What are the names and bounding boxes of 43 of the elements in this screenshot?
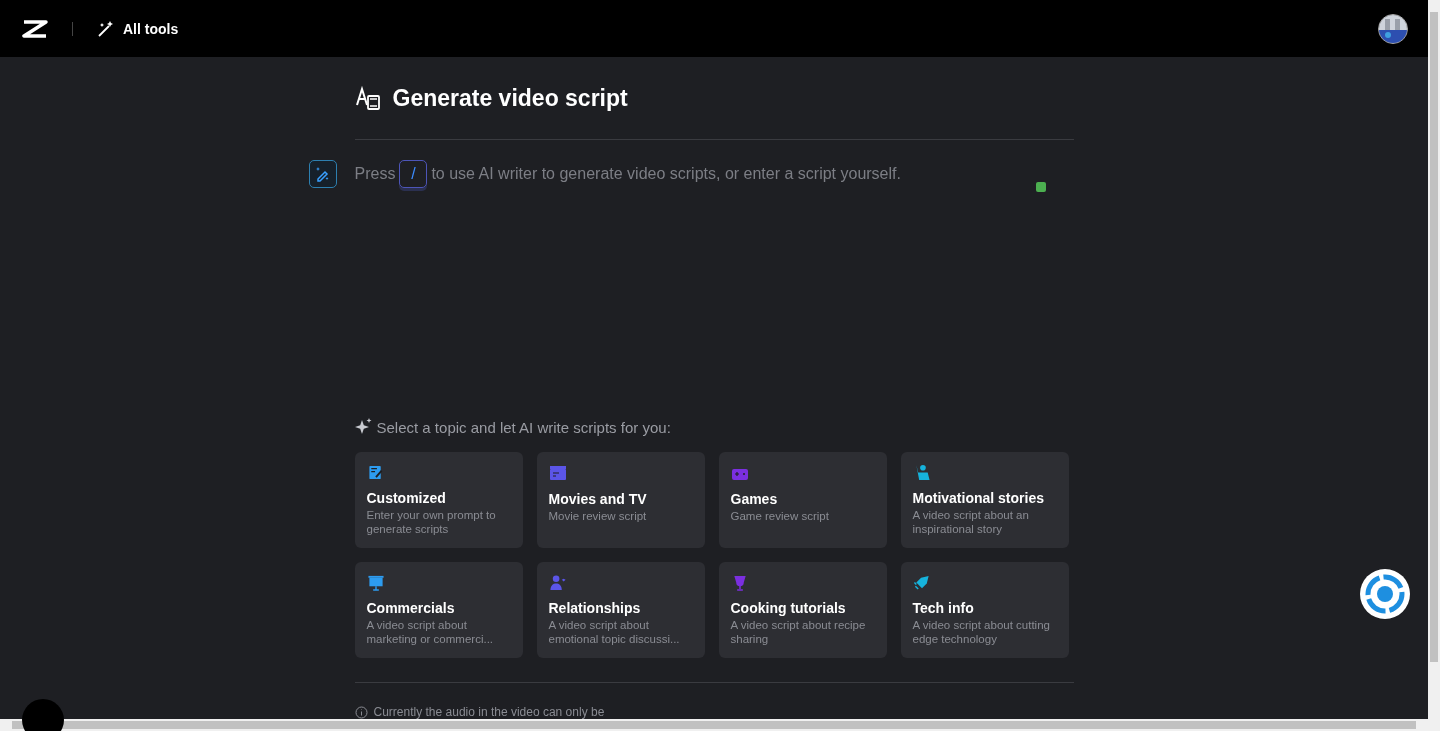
topic-description: A video script about emotional topic discussi... (548, 618, 681, 647)
topic-title: Customized (366, 490, 447, 507)
topic-title: Tech info (912, 600, 975, 617)
topic-title: Motivational stories (912, 490, 1045, 507)
info-icon (354, 705, 368, 719)
topic-description: A video script about recipe sharing (730, 618, 867, 647)
topic-description: A video script about cutting edge technology (912, 618, 1051, 647)
topic-title: Games (730, 491, 779, 508)
editor-placeholder: to use AI writer to generate video scripts, or enter a script yourself. (431, 165, 901, 184)
topic-card[interactable]: Customized Enter your own prompt to generate scripts (354, 452, 523, 549)
page-title: Generate video script (392, 84, 628, 112)
topic-description: Enter your own prompt to generate scripts (366, 508, 497, 537)
topic-description: A video script about marketing or commerci... (366, 618, 495, 647)
ai-writer-button[interactable] (308, 160, 337, 189)
translate-film-icon (354, 85, 381, 112)
topic-card[interactable]: Games Game review script (718, 452, 887, 549)
magic-wand-icon (97, 19, 115, 38)
app-logo[interactable] (22, 18, 48, 39)
topic-card[interactable]: Motivational stories A video script about an inspirational story (900, 452, 1069, 549)
script-input[interactable]: Press / to use AI writer to generate video scripts, or enter a script yourself. (354, 160, 1014, 189)
user-avatar[interactable] (1378, 13, 1408, 44)
topic-card[interactable]: Relationships A video script about emotional topic discussi... (536, 562, 705, 659)
topic-title: Cooking tutorials (730, 600, 847, 617)
magic-pen-icon (314, 166, 331, 183)
all-tools-link[interactable]: All tools (97, 19, 179, 38)
vertical-scrollbar[interactable] (1428, 0, 1440, 731)
slash-key[interactable]: / (399, 160, 428, 189)
topic-card[interactable]: Commercials A video script about marketing or commerci... (354, 562, 523, 659)
topic-description: Movie review script (548, 509, 648, 524)
topic-title: Commercials (366, 600, 456, 617)
topic-title: Movies and TV (548, 491, 648, 508)
topic-card[interactable]: Tech info A video script about cutting edge technology (900, 562, 1069, 659)
topic-description: A video script about an inspirational story (912, 508, 1030, 537)
topic-title: Relationships (548, 600, 642, 617)
editor-placeholder: Press (354, 165, 396, 184)
topic-card[interactable]: Cooking tutorials A video script about recipe sharing (718, 562, 887, 659)
status-indicator (1035, 182, 1046, 193)
topic-card[interactable]: Movies and TV Movie review script (536, 452, 705, 549)
topic-description: Game review script (730, 509, 830, 524)
assistant-button[interactable] (1360, 569, 1410, 620)
topics-heading: Select a topic and let AI write scripts for you: (376, 418, 671, 436)
horizontal-scrollbar[interactable] (0, 719, 1428, 731)
audio-note: Currently the audio in the video can only be (373, 705, 605, 720)
